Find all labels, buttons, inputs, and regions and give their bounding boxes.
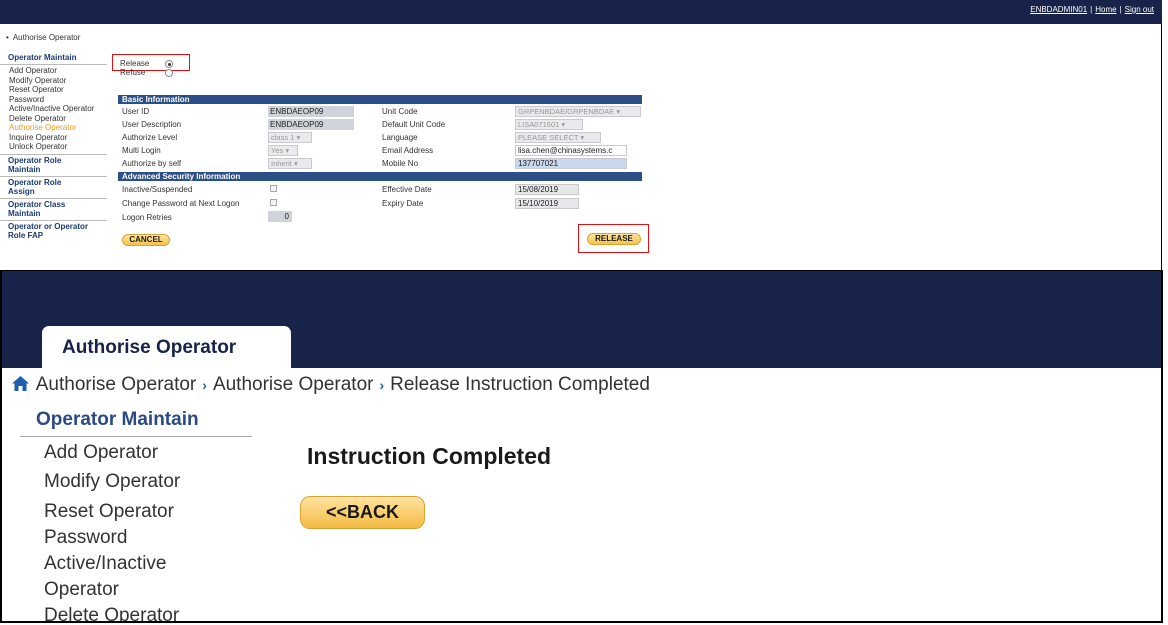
auth-level-select[interactable]: class 1 ▾ [268, 132, 312, 143]
change-pw-label: Change Password at Next Logon [122, 199, 240, 208]
default-unit-value: LISA071601 [518, 120, 560, 129]
multi-login-select[interactable]: Yes ▾ [268, 145, 298, 156]
inactive-checkbox[interactable] [270, 185, 277, 192]
sidebar-group-operator-maintain[interactable]: Operator Maintain [0, 53, 115, 62]
cancel-button[interactable]: CANCEL [122, 234, 170, 246]
link-separator: | [1119, 5, 1122, 14]
sidebar-divider [0, 64, 107, 65]
auth-self-select[interactable]: Inherit ▾ [268, 158, 312, 169]
mobile-field[interactable]: 137707021 [515, 158, 627, 169]
sidebar-divider [0, 219, 107, 221]
sidebar-item-modify-operator[interactable]: Modify Operator [0, 76, 115, 86]
effective-label: Effective Date [382, 185, 432, 194]
user-link[interactable]: ENBDADMIN01 [1030, 5, 1087, 14]
expiry-label: Expiry Date [382, 199, 424, 208]
home-icon-svg [12, 376, 29, 391]
sidebar-item-delete-operator[interactable]: Delete Operator [0, 114, 115, 124]
sidebar-item-active-inactive[interactable]: Active/Inactive Operator [0, 104, 115, 114]
release-radio-label: Release [120, 59, 150, 68]
unit-code-select[interactable]: GRPENBDAE/GRPENBDAE ▾ [515, 106, 641, 117]
sidebar-divider [0, 153, 107, 155]
chevron-down-icon: ▾ [285, 146, 290, 155]
breadcrumb: • Authorise Operator [6, 33, 80, 42]
sidebar-item-unlock-operator[interactable]: Unlock Operator [0, 142, 115, 152]
chevron-down-icon: ▾ [293, 159, 298, 168]
user-id-label: User ID [122, 107, 150, 116]
sidebar-item-reset-password-large[interactable]: Reset Operator Password [44, 499, 204, 551]
language-value: PLEASE SELECT [518, 133, 579, 142]
sidebar-group-class-maintain[interactable]: Operator Class Maintain [0, 200, 80, 218]
home-icon[interactable] [12, 375, 34, 394]
sidebar-item-modify-operator-large[interactable]: Modify Operator [44, 469, 244, 495]
sidebar-group-operator-maintain-large[interactable]: Operator Maintain [36, 409, 199, 431]
sidebar-group-role-fap[interactable]: Operator or Operator Role FAP [0, 222, 100, 240]
user-desc-label: User Description [122, 120, 182, 129]
chevron-right-icon: › [379, 377, 385, 393]
advanced-security-header: Advanced Security Information [118, 172, 642, 181]
refuse-radio-label: Refuse [120, 68, 146, 77]
top-header-bar: ENBDADMIN01 | Home | Sign out [0, 0, 1162, 24]
release-radio[interactable] [165, 60, 173, 68]
expiry-date-field[interactable]: 15/10/2019 [515, 198, 579, 209]
bottom-screenshot: Authorise Operator Authorise Operator › Au… [0, 270, 1163, 623]
home-link[interactable]: Home [1095, 5, 1116, 14]
breadcrumb-item[interactable]: Authorise Operator [213, 374, 374, 395]
email-label: Email Address [382, 146, 434, 155]
header-links: ENBDADMIN01 | Home | Sign out [1030, 5, 1154, 14]
mobile-label: Mobile No [382, 159, 419, 168]
release-button[interactable]: RELEASE [587, 233, 641, 245]
chevron-down-icon: ▾ [296, 133, 301, 142]
chevron-down-icon: ▾ [561, 120, 566, 129]
sidebar-group-role-assign[interactable]: Operator Role Assign [0, 178, 80, 196]
sidebar-divider [20, 436, 252, 437]
effective-date-field[interactable]: 15/08/2019 [515, 184, 579, 195]
chevron-right-icon: › [202, 377, 207, 393]
bullet-icon: • [6, 33, 9, 42]
retries-label: Logon Retries [122, 213, 172, 222]
auth-self-value: Inherit [271, 159, 292, 168]
user-desc-value: ENBDAEOP09 [268, 119, 354, 130]
unit-code-value: GRPENBDAE/GRPENBDAE [518, 107, 615, 116]
breadcrumb-large: Authorise Operator › Authorise Operator › Re… [12, 374, 650, 396]
sidebar-group-role-maintain[interactable]: Operator Role Maintain [0, 156, 80, 174]
sidebar-item-inquire-operator[interactable]: Inquire Operator [0, 133, 115, 143]
auth-level-label: Authorize Level [122, 133, 178, 142]
breadcrumb-item[interactable]: Authorise Operator [36, 374, 197, 395]
basic-info-header: Basic Information [118, 95, 642, 104]
sidebar-item-add-operator[interactable]: Add Operator [0, 66, 115, 76]
tab-authorise-operator[interactable]: Authorise Operator [42, 326, 291, 369]
sidebar-item-reset-password[interactable]: Reset Operator Password [0, 85, 80, 104]
auth-self-label: Authorize by self [122, 159, 182, 168]
signout-link[interactable]: Sign out [1125, 5, 1154, 14]
breadcrumb-current: Release Instruction Completed [390, 374, 650, 395]
default-unit-select[interactable]: LISA071601 ▾ [515, 119, 583, 130]
user-id-value: ENBDAEOP09 [268, 106, 354, 117]
unit-code-label: Unit Code [382, 107, 418, 116]
default-unit-label: Default Unit Code [382, 120, 446, 129]
top-screenshot: ENBDADMIN01 | Home | Sign out • Authorise Ope… [0, 0, 1162, 270]
chevron-down-icon: ▾ [616, 107, 621, 116]
back-button[interactable]: <<BACK [300, 496, 425, 529]
refuse-radio[interactable] [165, 69, 173, 77]
email-field[interactable]: lisa.chen@chinasystems.c [515, 145, 627, 156]
page-title: Instruction Completed [307, 443, 552, 469]
breadcrumb-label: Authorise Operator [12, 33, 81, 42]
retries-value: 0 [268, 211, 292, 222]
sidebar-item-active-inactive-large[interactable]: Active/Inactive Operator [44, 551, 204, 603]
multi-login-value: Yes [271, 146, 284, 155]
link-separator: | [1090, 5, 1093, 14]
chevron-down-icon: ▾ [580, 133, 585, 142]
language-label: Language [382, 133, 418, 142]
sidebar-divider [0, 197, 107, 199]
sidebar-divider [0, 175, 107, 177]
sidebar-item-add-operator-large[interactable]: Add Operator [44, 440, 244, 466]
inactive-label: Inactive/Suspended [122, 185, 193, 194]
multi-login-label: Multi Login [122, 146, 161, 155]
change-pw-checkbox[interactable] [270, 199, 277, 206]
auth-level-value: class 1 [271, 133, 295, 142]
sidebar-item-authorise-operator[interactable]: Authorise Operator [0, 123, 115, 133]
sidebar-item-delete-operator-large[interactable]: Delete Operator [44, 603, 244, 621]
sidebar: Operator Maintain Add Operator Modify Op… [0, 53, 115, 240]
language-select[interactable]: PLEASE SELECT ▾ [515, 132, 601, 143]
